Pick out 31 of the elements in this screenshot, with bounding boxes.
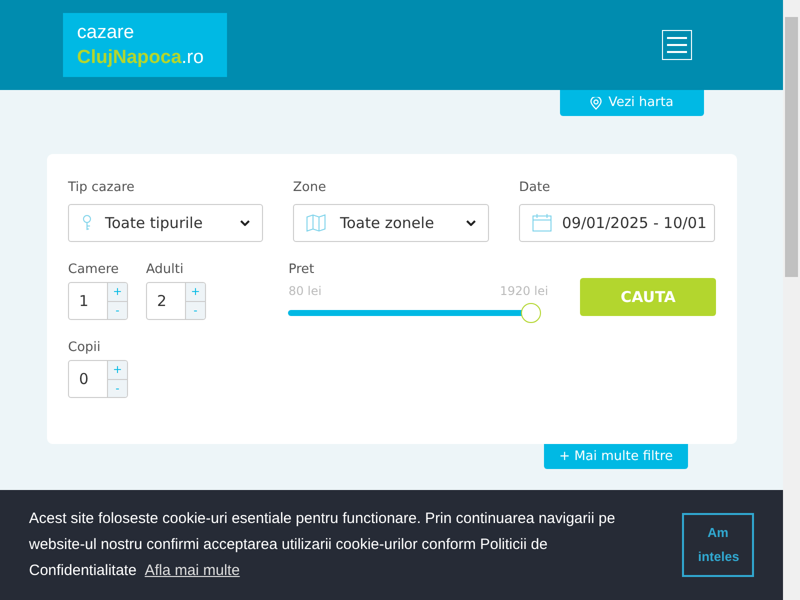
field-label: Pret xyxy=(288,261,316,278)
field-label: Adulti xyxy=(146,261,184,278)
accept-button[interactable]: Am inteles xyxy=(682,513,754,577)
chevron-down-icon xyxy=(240,220,250,226)
date-field[interactable]: 09/01/2025 - 10/01 xyxy=(519,204,715,242)
cookie-message: Acest site foloseste cookie-uri esentiale pentru functionare. Prin continuarea navigarii pe website-ul nostru confirmi acceptarea utilizarii cookie-urilor conform Politicii de Confidentialitate Afla mai multe xyxy=(29,509,616,581)
zone-select[interactable]: Toate zonele xyxy=(293,204,489,242)
search-button[interactable]: CAUTA xyxy=(580,278,716,316)
field-label: Zone xyxy=(293,179,328,196)
logo-text: ClujNapoca.ro xyxy=(77,46,204,70)
map-button[interactable]: Vezi harta xyxy=(560,90,704,116)
site-logo[interactable]: cazare ClujNapoca.ro xyxy=(63,13,227,77)
menu-button[interactable] xyxy=(662,30,692,60)
learn-more-link[interactable]: Afla mai multe xyxy=(144,562,240,579)
field-label: Camere xyxy=(68,261,120,278)
price-slider[interactable] xyxy=(288,303,542,323)
field-label: Tip cazare xyxy=(68,179,136,196)
map-pin-icon xyxy=(590,96,602,110)
min-price: 80 lei xyxy=(288,283,322,300)
field-label: Copii xyxy=(68,339,102,356)
key-icon xyxy=(81,214,93,232)
map-icon xyxy=(306,214,326,232)
max-price: 1920 lei xyxy=(500,283,548,300)
field-label: Date xyxy=(519,179,552,196)
more-filters-button[interactable]: + Mai multe filtre xyxy=(544,444,688,469)
chevron-down-icon xyxy=(466,220,476,226)
scrollbar[interactable] xyxy=(783,0,800,600)
calendar-icon xyxy=(532,214,552,232)
slider-thumb[interactable] xyxy=(521,303,542,323)
type-select[interactable]: Toate tipurile xyxy=(68,204,263,242)
logo-text: cazare xyxy=(77,21,136,45)
